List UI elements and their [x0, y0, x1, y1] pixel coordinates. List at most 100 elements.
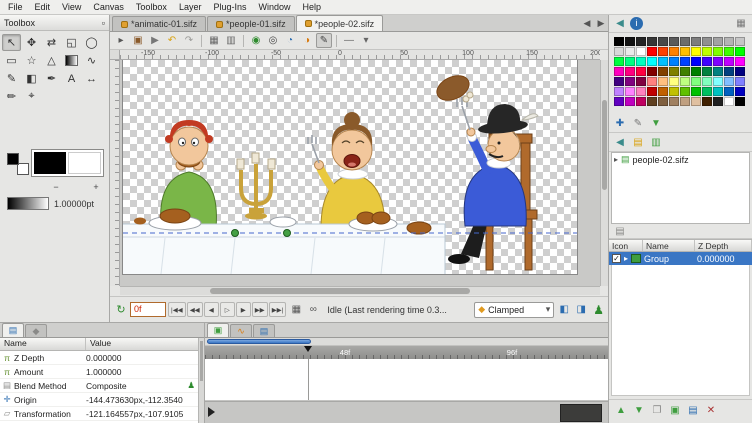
next-frame-button[interactable]: ▶: [236, 302, 251, 317]
palette-swatch[interactable]: [735, 57, 745, 66]
palette-swatch[interactable]: [658, 47, 668, 56]
palette-swatch[interactable]: [702, 47, 712, 56]
time-zoom-slider[interactable]: [205, 338, 608, 346]
palette-swatch[interactable]: [625, 57, 635, 66]
palette-swatch[interactable]: [702, 67, 712, 76]
palette-swatch[interactable]: [658, 57, 668, 66]
library-item[interactable]: ▸ ▤ people-02.sifz: [612, 153, 749, 166]
palette-swatch[interactable]: [724, 67, 734, 76]
param-row[interactable]: ▱Transformation-121.164557px,-107.9105: [0, 407, 198, 421]
palette-swatch[interactable]: [636, 87, 646, 96]
palette-swatch[interactable]: [614, 87, 624, 96]
palette-swatch[interactable]: [713, 87, 723, 96]
tool-width[interactable]: ↔: [82, 70, 101, 87]
tool-polygon[interactable]: △: [42, 52, 61, 69]
background-rendering-icon[interactable]: ◑: [299, 33, 315, 48]
palette-swatch[interactable]: [636, 37, 646, 46]
palette-swatch[interactable]: [658, 77, 668, 86]
palette-swatch[interactable]: [658, 67, 668, 76]
menu-toolbox[interactable]: Toolbox: [130, 1, 173, 13]
palette-swatch[interactable]: [713, 97, 723, 106]
palette-swatch[interactable]: [636, 57, 646, 66]
time-bounds-icon[interactable]: ▦: [288, 302, 304, 317]
canvas-tab[interactable]: *people-02.sifz: [296, 15, 384, 31]
menu-plug-ins[interactable]: Plug-Ins: [207, 1, 252, 13]
palette-swatch[interactable]: [735, 77, 745, 86]
tool-spline[interactable]: ∿: [82, 52, 101, 69]
palette-swatch[interactable]: [647, 37, 657, 46]
brush-size-value[interactable]: 1.00000pt: [54, 199, 94, 209]
palette-swatch[interactable]: [614, 77, 624, 86]
horizontal-ruler[interactable]: -150-100-50050100150200: [120, 50, 600, 60]
tab-scroll-left-icon[interactable]: ◀: [580, 18, 594, 29]
canvas-vertical-scrollbar[interactable]: [600, 60, 608, 286]
new-layer-icon[interactable]: ▤: [685, 403, 701, 418]
palette-swatch[interactable]: [724, 47, 734, 56]
palette-swatch[interactable]: [702, 97, 712, 106]
palette-swatch[interactable]: [691, 57, 701, 66]
palette-swatch[interactable]: [658, 87, 668, 96]
seek-begin-button[interactable]: |◀◀: [168, 302, 186, 317]
param-value[interactable]: 0.000000: [86, 353, 198, 363]
redo-icon[interactable]: ↷: [181, 33, 197, 48]
tool-gradient[interactable]: [62, 52, 81, 69]
tool-scale[interactable]: ◱: [62, 34, 81, 51]
palette-swatch[interactable]: [658, 97, 668, 106]
group-layers-icon[interactable]: ▣: [667, 403, 683, 418]
palette-swatch[interactable]: [669, 87, 679, 96]
palette-swatch[interactable]: [691, 97, 701, 106]
palette-swatch[interactable]: [647, 67, 657, 76]
param-row[interactable]: ▤Blend MethodComposite♟: [0, 379, 198, 393]
menu-file[interactable]: File: [2, 1, 29, 13]
palette-swatch[interactable]: [735, 67, 745, 76]
edit-color-icon[interactable]: ✎: [630, 116, 646, 131]
palette-swatch[interactable]: [636, 47, 646, 56]
palette-swatch[interactable]: [702, 57, 712, 66]
outline-color-swatch[interactable]: [68, 152, 102, 174]
prev-frame-button[interactable]: ◀: [204, 302, 219, 317]
default-gradient[interactable]: [7, 197, 49, 210]
tab-curves[interactable]: ∿: [230, 324, 252, 337]
timeline-ruler[interactable]: 48f96f: [205, 346, 608, 359]
palette-swatch[interactable]: [735, 37, 745, 46]
palette-swatch[interactable]: [680, 57, 690, 66]
toggle-guides-icon[interactable]: ▥: [223, 33, 239, 48]
tool-draw[interactable]: ✎: [2, 70, 21, 87]
info-icon[interactable]: i: [630, 17, 643, 30]
palette-swatch[interactable]: [625, 87, 635, 96]
tool-fill[interactable]: ◧: [22, 70, 41, 87]
open-folder-icon[interactable]: ▥: [648, 135, 664, 150]
tool-circle[interactable]: ◯: [82, 34, 101, 51]
palette-swatch[interactable]: [724, 77, 734, 86]
palette-swatch[interactable]: [625, 37, 635, 46]
layer-row-selected[interactable]: ✓ ▸ Group 0.000000: [609, 252, 752, 265]
canvas-tab[interactable]: *people-01.sifz: [207, 16, 295, 31]
palette-swatch[interactable]: [614, 57, 624, 66]
palette-swatch[interactable]: [625, 77, 635, 86]
increase-width-button[interactable]: +: [90, 181, 102, 192]
palette-swatch[interactable]: [691, 47, 701, 56]
time-cursor-icon[interactable]: [304, 346, 312, 352]
canvas-viewport[interactable]: [120, 60, 600, 286]
undo-icon[interactable]: ↶: [164, 33, 180, 48]
tool-zoom[interactable]: ⌖: [22, 88, 41, 105]
layers-empty-area[interactable]: [611, 265, 750, 396]
menu-view[interactable]: View: [56, 1, 87, 13]
tool-eyedrop[interactable]: ✒: [42, 70, 61, 87]
canvas-artwork[interactable]: [123, 60, 577, 274]
tool-star[interactable]: ☆: [22, 52, 41, 69]
palette-swatch[interactable]: [658, 37, 668, 46]
tool-smooth-move[interactable]: ✥: [22, 34, 41, 51]
tab-params[interactable]: ▤: [2, 323, 24, 337]
past-keyframe-lock-icon[interactable]: ◧: [556, 302, 572, 317]
delete-layer-icon[interactable]: ✕: [703, 403, 719, 418]
palette-swatch[interactable]: [669, 47, 679, 56]
seek-end-button[interactable]: ▶▶|: [269, 302, 287, 317]
palette-swatch[interactable]: [647, 57, 657, 66]
palette-swatch[interactable]: [647, 77, 657, 86]
layer-visibility-checkbox[interactable]: ✓: [612, 254, 621, 263]
palette-swatch[interactable]: [691, 37, 701, 46]
param-value[interactable]: 1.000000: [86, 367, 198, 377]
palette-swatch[interactable]: [625, 47, 635, 56]
lib-back-icon[interactable]: ◀: [612, 135, 628, 150]
